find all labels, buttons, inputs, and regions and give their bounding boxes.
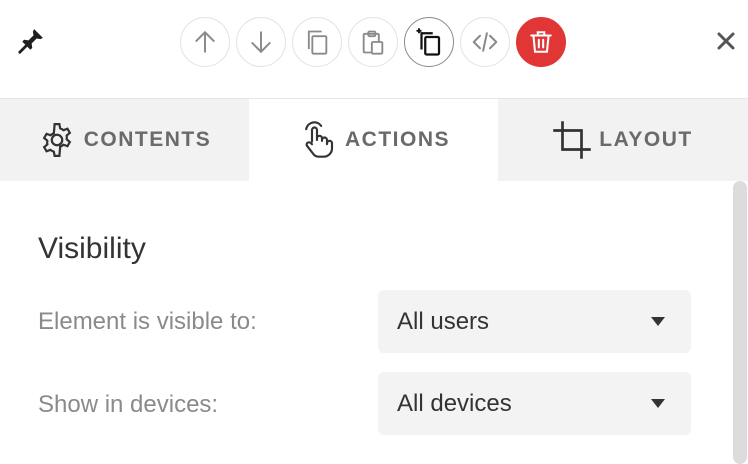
code-button[interactable] xyxy=(460,17,510,67)
arrow-down-icon xyxy=(251,31,271,53)
tab-actions-label: ACTIONS xyxy=(345,128,450,151)
move-up-button[interactable] xyxy=(180,17,230,67)
copy-style-button[interactable] xyxy=(404,17,454,67)
caret-down-icon xyxy=(651,399,665,408)
visible-to-value: All users xyxy=(397,307,490,335)
scrollbar-thumb[interactable] xyxy=(733,181,747,464)
devices-value: All devices xyxy=(397,389,512,417)
gear-icon xyxy=(38,121,76,159)
tab-layout-label: LAYOUT xyxy=(599,128,693,151)
hand-pointer-icon xyxy=(297,120,337,160)
tab-bar: CONTENTS ACTIONS LAYOUT xyxy=(0,99,748,181)
scrollbar[interactable] xyxy=(731,181,748,464)
paste-button[interactable] xyxy=(348,17,398,67)
crop-icon xyxy=(553,121,592,159)
arrow-up-icon xyxy=(195,31,215,53)
pin-icon[interactable] xyxy=(14,24,48,58)
visible-to-select[interactable]: All users xyxy=(378,290,691,353)
trash-icon xyxy=(530,31,552,53)
toolbar xyxy=(0,0,748,99)
close-icon xyxy=(717,32,735,50)
delete-button[interactable] xyxy=(516,17,566,67)
move-down-button[interactable] xyxy=(236,17,286,67)
visibility-title: Visibility xyxy=(38,232,146,265)
devices-select[interactable]: All devices xyxy=(378,372,691,435)
duplicate-button[interactable] xyxy=(292,17,342,67)
duplicate-icon xyxy=(307,30,328,55)
tab-actions[interactable]: ACTIONS xyxy=(249,99,498,181)
caret-down-icon xyxy=(651,317,665,326)
paste-icon xyxy=(362,30,384,55)
code-icon xyxy=(472,32,498,52)
tab-layout[interactable]: LAYOUT xyxy=(498,99,748,181)
tab-contents[interactable]: CONTENTS xyxy=(0,99,249,181)
close-button[interactable] xyxy=(710,24,742,58)
tab-contents-label: CONTENTS xyxy=(83,128,212,151)
devices-label: Show in devices: xyxy=(38,391,219,418)
visible-to-label: Element is visible to: xyxy=(38,308,257,335)
copy-style-icon xyxy=(416,28,441,56)
